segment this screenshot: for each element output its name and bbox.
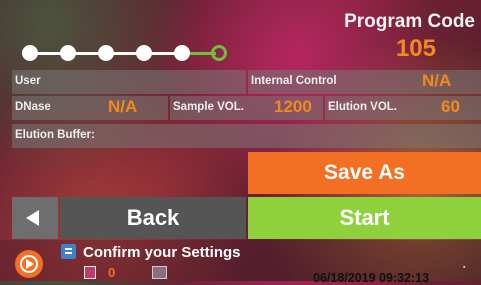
dnase-field[interactable]: DNase N/A [12,96,168,120]
internal-control-value: N/A [422,71,452,90]
program-code-value: 105 [395,35,436,62]
user-label: User [15,75,41,87]
status-message: Confirm your Settings [83,244,241,261]
save-as-label: Save As [324,161,405,184]
message-icon-line [65,252,72,254]
program-code-label: Program Code [344,11,475,32]
elution-vol-label: Elution VOL. [328,101,397,113]
elution-vol-field[interactable]: Elution VOL. 60 [325,96,481,120]
step-2-dot [60,45,76,61]
save-as-button[interactable]: Save As [248,152,481,194]
back-label: Back [126,205,180,230]
step-1-dot [22,45,38,61]
step-5-dot [174,45,190,61]
elution-vol-value: 60 [441,97,460,116]
progress-stepper [22,40,232,68]
run-status-icon[interactable] [15,250,43,278]
rack-icon [152,266,167,279]
message-icon-line [65,248,72,250]
dnase-label: DNase [15,101,51,113]
back-button[interactable]: Back [60,197,246,239]
back-arrow-button[interactable] [12,197,58,239]
sample-vol-value: 1200 [274,97,312,116]
internal-control-label: Internal Control [251,75,337,87]
back-arrow-icon [26,210,39,226]
user-field[interactable]: User [12,70,246,94]
internal-control-field[interactable]: Internal Control N/A [248,70,481,94]
step-6-dot [211,45,227,61]
elution-buffer-label: Elution Buffer: [15,129,95,141]
elution-buffer-field[interactable]: Elution Buffer: [12,124,481,148]
dnase-value: N/A [108,97,138,116]
step-3-dot [98,45,114,61]
tube-count: 0 [108,265,116,280]
play-icon [26,259,34,269]
start-label: Start [339,205,390,230]
tube-icon [84,266,96,279]
start-button[interactable]: Start [248,197,481,239]
sample-vol-label: Sample VOL. [173,101,244,113]
corner-indicator-icon: ▪ [463,264,466,271]
step-4-dot [136,45,152,61]
message-icon [61,244,76,259]
datetime: 06/18/2019 09:32:13 [313,271,430,285]
sample-vol-field[interactable]: Sample VOL. 1200 [170,96,323,120]
